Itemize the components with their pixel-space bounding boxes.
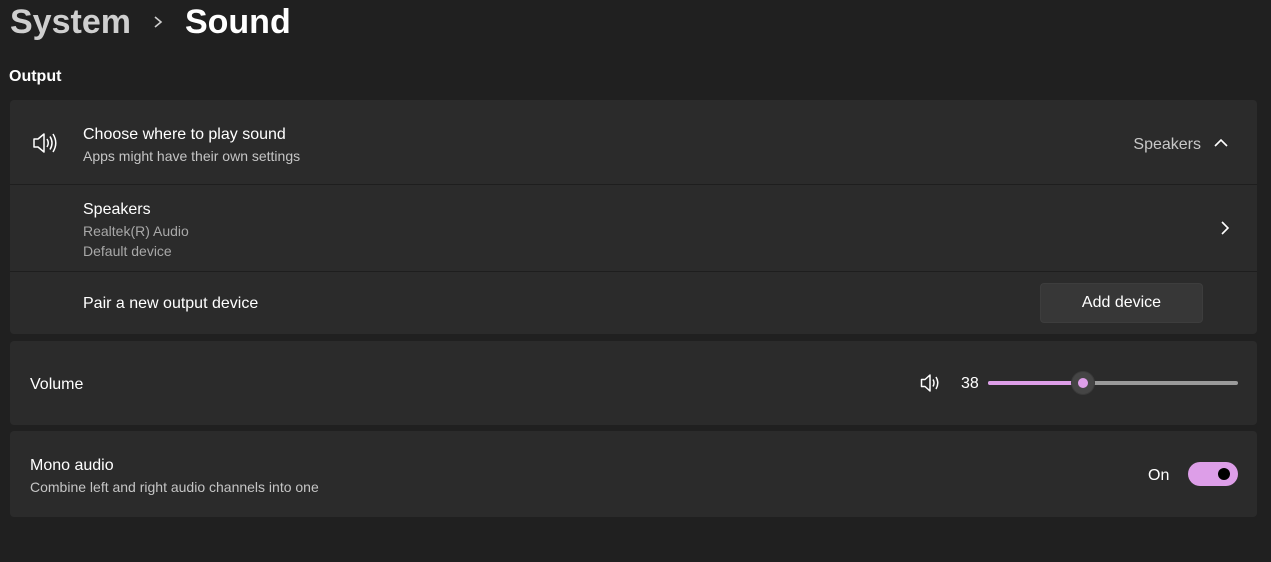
chevron-right-icon[interactable] [1219, 220, 1231, 241]
mono-audio-card: Mono audio Combine left and right audio … [10, 431, 1257, 517]
speakers-device-row[interactable]: Speakers Realtek(R) Audio Default device [10, 185, 1257, 271]
volume-value: 38 [961, 375, 979, 392]
device-driver: Realtek(R) Audio [83, 223, 189, 239]
choose-output-title: Choose where to play sound [83, 126, 286, 143]
volume-slider-fill [988, 381, 1083, 385]
section-title-output: Output [9, 68, 62, 85]
selected-output-device: Speakers [1133, 136, 1201, 153]
breadcrumb: System Sound [10, 0, 291, 44]
output-card: Choose where to play sound Apps might ha… [10, 100, 1257, 334]
speaker-icon [32, 132, 58, 159]
speaker-mute-toggle-icon[interactable] [920, 373, 942, 398]
pair-device-row: Pair a new output device Add device [10, 272, 1257, 334]
volume-slider-thumb[interactable] [1071, 371, 1095, 395]
toggle-knob [1218, 468, 1230, 480]
mono-audio-subtitle: Combine left and right audio channels in… [30, 479, 319, 495]
mono-audio-state-label: On [1148, 467, 1170, 484]
mono-audio-title: Mono audio [30, 457, 114, 474]
device-status: Default device [83, 243, 172, 259]
page-title: Sound [184, 2, 291, 41]
choose-output-subtitle: Apps might have their own settings [83, 148, 301, 164]
mono-audio-toggle[interactable] [1188, 462, 1238, 486]
add-device-button[interactable]: Add device [1040, 283, 1203, 323]
volume-slider-thumb-dot [1078, 378, 1088, 388]
breadcrumb-system[interactable]: System [10, 3, 131, 42]
chevron-right-icon [143, 7, 173, 37]
chevron-up-icon[interactable] [1213, 136, 1229, 154]
volume-label: Volume [30, 376, 84, 393]
pair-device-label: Pair a new output device [83, 295, 259, 312]
volume-card: Volume 38 [10, 341, 1257, 425]
device-name: Speakers [83, 201, 151, 218]
volume-slider[interactable] [988, 371, 1238, 395]
choose-output-row[interactable]: Choose where to play sound Apps might ha… [10, 100, 1257, 184]
